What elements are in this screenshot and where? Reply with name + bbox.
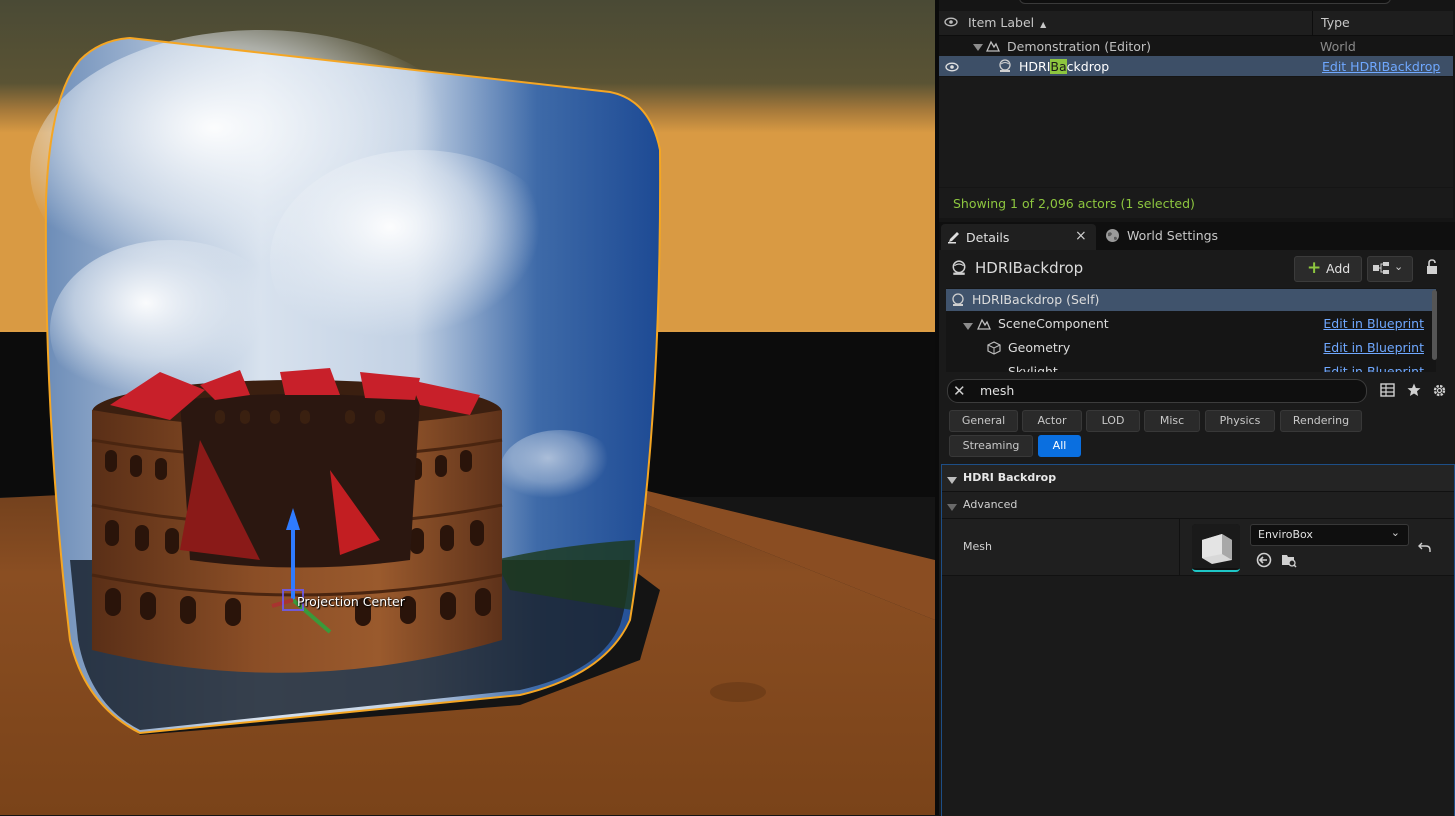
property-row-mesh: Mesh EnviroBox ⌄	[942, 519, 1454, 576]
subcategory-label: Advanced	[963, 498, 1018, 511]
static-mesh-icon	[987, 341, 1001, 358]
outliner-empty-area	[939, 77, 1453, 187]
edit-in-blueprint-link[interactable]: Edit in Blueprint	[1323, 340, 1424, 355]
property-grid: HDRI Backdrop Advanced Mesh EnviroBox ⌄	[941, 464, 1455, 816]
clear-search-icon[interactable]: ✕	[953, 382, 966, 400]
blueprint-options-button[interactable]: ⌄	[1367, 256, 1413, 282]
outliner-header: Item Label ▲ Type	[939, 11, 1453, 36]
column-divider[interactable]	[1312, 11, 1313, 35]
use-selected-asset-icon[interactable]	[1256, 552, 1272, 571]
edit-in-blueprint-link[interactable]: Edit in Blueprint	[1323, 316, 1424, 331]
type-column-header[interactable]: Type	[1321, 15, 1350, 30]
component-tree-scrollbar[interactable]	[1432, 290, 1437, 360]
close-tab-icon[interactable]: ×	[1075, 228, 1087, 244]
add-button-label: Add	[1326, 261, 1351, 276]
collapse-arrow-icon	[947, 501, 957, 515]
visibility-eye-icon[interactable]	[944, 16, 958, 31]
collapse-arrow-icon[interactable]	[963, 320, 973, 334]
chevron-down-icon: ⌄	[1390, 526, 1400, 539]
visibility-eye-icon[interactable]	[945, 61, 959, 76]
hdri-backdrop-icon	[951, 293, 965, 310]
pencil-icon	[947, 230, 961, 247]
filter-lod[interactable]: LOD	[1086, 410, 1140, 432]
table-view-icon[interactable]	[1380, 383, 1395, 400]
edit-hdribackdrop-link[interactable]: Edit HDRIBackdrop	[1322, 59, 1440, 74]
edit-in-blueprint-link[interactable]: Edit in Blueprint	[1323, 364, 1424, 372]
component-label: Skylight	[1008, 364, 1058, 372]
world-label: Demonstration (Editor)	[1007, 39, 1151, 54]
mesh-asset-value: EnviroBox	[1258, 528, 1313, 541]
filter-misc[interactable]: Misc	[1144, 410, 1200, 432]
collapse-arrow-icon	[947, 474, 957, 488]
component-label: SceneComponent	[998, 316, 1109, 331]
plus-icon: +	[1307, 258, 1322, 278]
filter-actor[interactable]: Actor	[1022, 410, 1082, 432]
component-label: HDRIBackdrop (Self)	[972, 292, 1100, 307]
hierarchy-icon	[1373, 262, 1389, 277]
item-label-column-header[interactable]: Item Label ▲	[968, 15, 1046, 30]
details-tab-bar: Details × World Settings	[939, 222, 1455, 250]
mesh-thumbnail[interactable]	[1192, 524, 1240, 572]
property-label-mesh: Mesh	[963, 540, 992, 553]
component-label: Geometry	[1008, 340, 1071, 355]
world-icon	[985, 39, 1000, 55]
component-row-self[interactable]: HDRIBackdrop (Self)	[946, 289, 1436, 311]
component-row-scenecomponent[interactable]: SceneComponent Edit in Blueprint	[946, 313, 1436, 335]
filter-all[interactable]: All	[1038, 435, 1081, 457]
outliner-row-world[interactable]: Demonstration (Editor) World	[939, 36, 1453, 56]
scene-component-icon	[976, 317, 991, 334]
tab-details[interactable]: Details ×	[941, 224, 1096, 250]
component-row-skylight[interactable]: Skylight Edit in Blueprint	[946, 361, 1436, 372]
chevron-down-icon: ⌄	[1394, 260, 1404, 273]
collapse-arrow-icon[interactable]	[973, 41, 983, 55]
actor-count-status: Showing 1 of 2,096 actors (1 selected)	[953, 196, 1195, 211]
outliner-toolbar	[939, 0, 1455, 10]
component-row-geometry[interactable]: Geometry Edit in Blueprint	[946, 337, 1436, 359]
star-icon[interactable]	[1407, 383, 1421, 400]
right-panel: Item Label ▲ Type Demonstration (Editor) …	[939, 0, 1455, 816]
component-tree: HDRIBackdrop (Self) SceneComponent Edit …	[946, 288, 1436, 372]
lock-icon[interactable]	[1425, 259, 1439, 278]
tab-details-label: Details	[966, 230, 1010, 245]
subcategory-advanced[interactable]: Advanced	[942, 492, 1454, 519]
hdribackdrop-label: HDRIBackdrop	[1019, 59, 1110, 74]
add-component-button[interactable]: + Add	[1294, 256, 1362, 282]
mesh-asset-dropdown[interactable]: EnviroBox ⌄	[1250, 524, 1409, 546]
filter-rendering[interactable]: Rendering	[1280, 410, 1362, 432]
category-label: HDRI Backdrop	[963, 471, 1057, 484]
outliner-row-hdribackdrop[interactable]: HDRIBackdrop Edit HDRIBackdrop	[939, 56, 1453, 76]
reset-to-default-icon[interactable]	[1418, 541, 1431, 556]
outliner-search-input[interactable]	[1019, 0, 1391, 4]
projection-center-label: Projection Center	[297, 594, 405, 609]
outliner-status-bar: Showing 1 of 2,096 actors (1 selected)	[939, 188, 1453, 218]
level-viewport[interactable]: Projection Center	[0, 0, 935, 815]
world-type: World	[1320, 39, 1356, 54]
search-highlight: Ba	[1050, 59, 1067, 74]
search-value: mesh	[980, 383, 1015, 398]
gear-icon[interactable]	[1432, 383, 1447, 401]
filter-streaming[interactable]: Streaming	[949, 435, 1033, 457]
property-column-divider[interactable]	[1179, 519, 1180, 575]
details-panel: HDRIBackdrop + Add ⌄ HDRIBackdrop (Self)	[939, 250, 1455, 816]
sort-ascending-icon: ▲	[1040, 20, 1047, 29]
filter-physics[interactable]: Physics	[1205, 410, 1275, 432]
filter-general[interactable]: General	[949, 410, 1018, 432]
hdri-backdrop-icon	[951, 260, 967, 279]
category-hdri-backdrop[interactable]: HDRI Backdrop	[942, 465, 1454, 492]
details-search-input[interactable]: ✕ mesh	[947, 379, 1367, 403]
tab-world-settings-label: World Settings	[1127, 228, 1219, 243]
actor-name-title: HDRIBackdrop	[975, 259, 1084, 277]
browse-asset-icon[interactable]	[1281, 552, 1297, 571]
hdri-backdrop-icon	[998, 59, 1012, 76]
globe-icon	[1105, 228, 1120, 246]
